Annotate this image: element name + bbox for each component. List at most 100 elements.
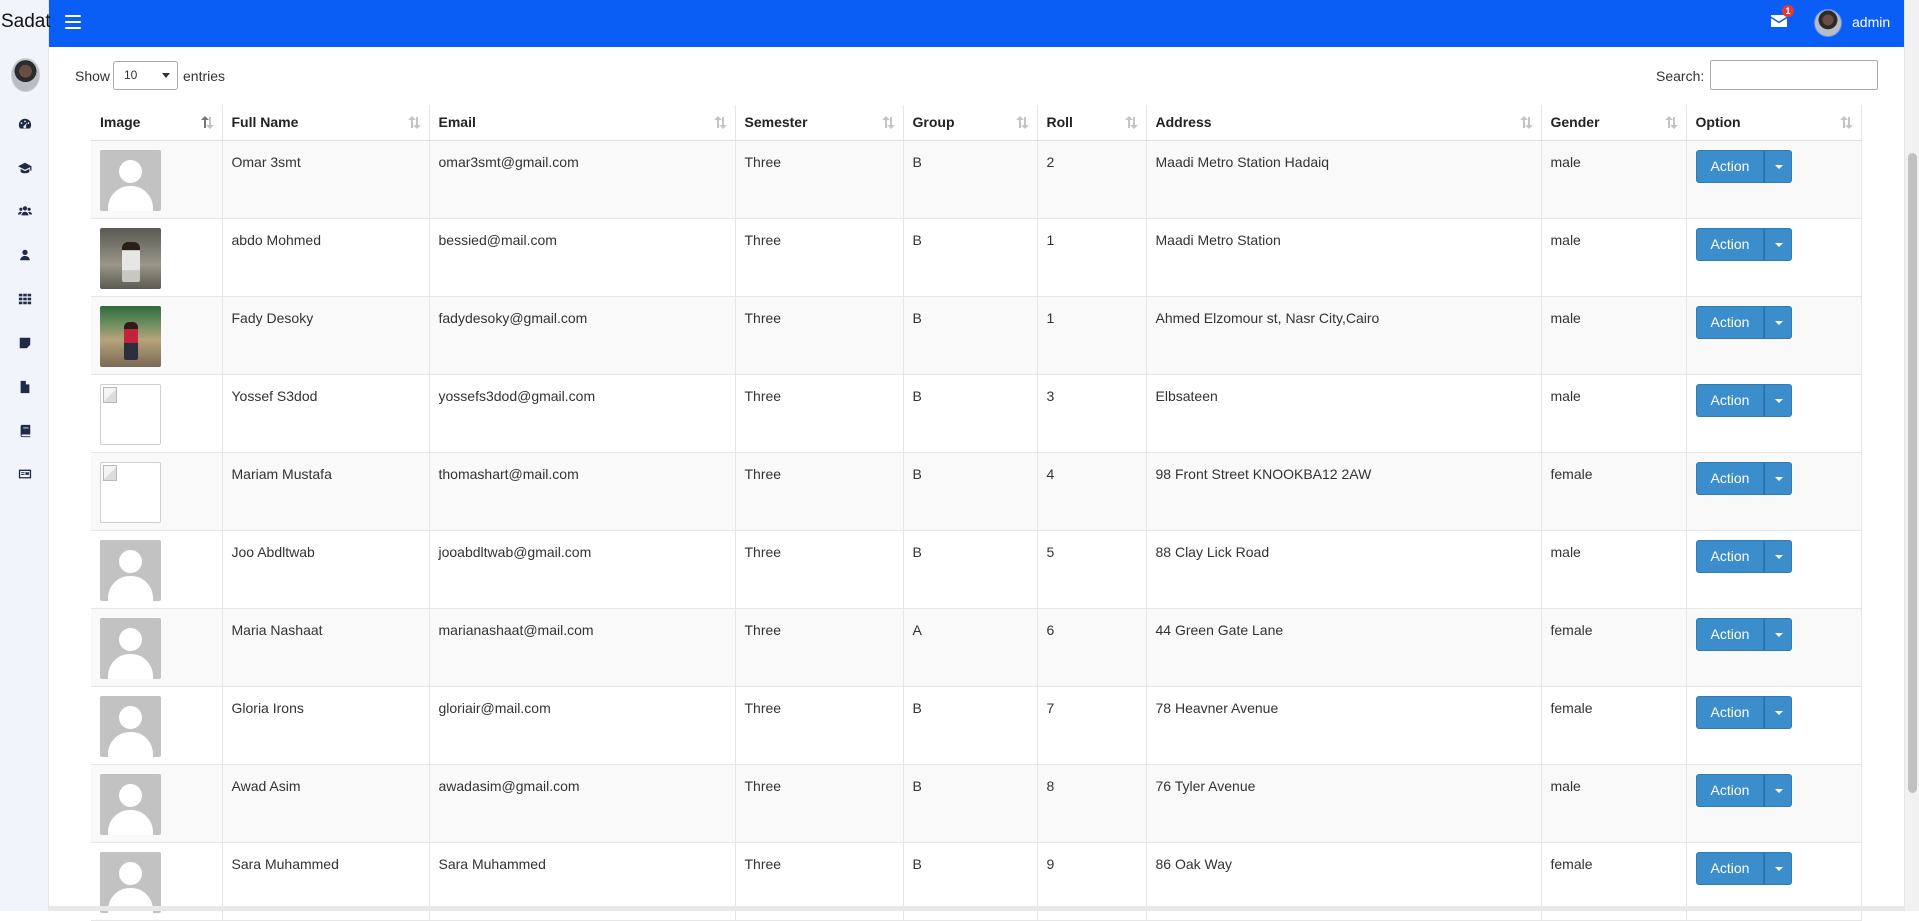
brand-logo[interactable]: Sadat <box>1 11 51 33</box>
column-header-full-name[interactable]: Full Name <box>222 105 430 141</box>
cell-image <box>91 686 223 765</box>
column-header-label: Option <box>1695 114 1741 131</box>
cell-address: 98 Front Street KNOOKBA12 2AW <box>1146 452 1542 531</box>
scroll-thumb[interactable] <box>1908 153 1917 793</box>
sort-icon <box>881 116 895 130</box>
action-button[interactable]: Action <box>1695 461 1765 495</box>
cell-name: Joo Abdltwab <box>222 530 430 609</box>
file-icon[interactable] <box>16 378 34 396</box>
cell-name: Omar 3smt <box>222 140 430 219</box>
action-dropdown-caret-icon[interactable] <box>1764 227 1793 261</box>
cell-image <box>91 374 223 453</box>
sort-icon <box>713 116 727 130</box>
column-header-roll[interactable]: Roll <box>1037 105 1147 141</box>
table-row: Fady Desoky fadydesoky@gmail.com Three B 1 Ah… <box>91 296 1862 375</box>
default-avatar-icon <box>100 773 161 835</box>
notification-badge: 1 <box>1782 5 1794 17</box>
action-button-group: Action <box>1695 461 1793 495</box>
cell-group: B <box>903 296 1038 375</box>
column-header-semester[interactable]: Semester <box>735 105 904 141</box>
note-icon[interactable] <box>16 334 34 352</box>
cell-name: Mariam Mustafa <box>222 452 430 531</box>
action-button[interactable]: Action <box>1695 227 1765 261</box>
sidebar-avatar[interactable] <box>11 58 40 92</box>
cell-semester: Three <box>735 374 904 453</box>
action-button[interactable]: Action <box>1695 773 1765 807</box>
cell-gender: female <box>1541 686 1687 765</box>
action-dropdown-caret-icon[interactable] <box>1764 305 1793 339</box>
cell-group: B <box>903 140 1038 219</box>
action-button[interactable]: Action <box>1695 383 1765 417</box>
id-card-icon[interactable] <box>16 465 34 483</box>
column-header-label: Full Name <box>231 114 299 131</box>
cell-image <box>91 608 223 687</box>
menu-toggle-icon[interactable] <box>65 15 81 29</box>
users-icon[interactable] <box>16 202 34 220</box>
cell-roll: 7 <box>1037 686 1147 765</box>
grid-icon[interactable] <box>16 290 34 308</box>
action-dropdown-caret-icon[interactable] <box>1764 383 1793 417</box>
column-header-label: Gender <box>1550 114 1600 131</box>
action-button[interactable]: Action <box>1695 695 1765 729</box>
action-dropdown-caret-icon[interactable] <box>1764 851 1793 885</box>
column-header-group[interactable]: Group <box>903 105 1038 141</box>
cell-image <box>91 218 223 297</box>
action-button[interactable]: Action <box>1695 149 1765 183</box>
cell-semester: Three <box>735 452 904 531</box>
user-menu[interactable]: admin <box>1852 14 1890 30</box>
column-header-email[interactable]: Email <box>429 105 736 141</box>
column-header-gender[interactable]: Gender <box>1541 105 1687 141</box>
action-button-group: Action <box>1695 773 1793 807</box>
cell-name: Gloria Irons <box>222 686 430 765</box>
action-button-group: Action <box>1695 539 1793 573</box>
column-header-image[interactable]: Image <box>91 105 223 141</box>
cell-address: 44 Green Gate Lane <box>1146 608 1542 687</box>
action-button-group: Action <box>1695 227 1793 261</box>
sidebar: Sadat <box>0 0 51 911</box>
cell-image <box>91 296 223 375</box>
action-dropdown-caret-icon[interactable] <box>1764 773 1793 807</box>
cell-group: B <box>903 218 1038 297</box>
cell-gender: male <box>1541 140 1687 219</box>
cell-gender: female <box>1541 452 1687 531</box>
action-dropdown-caret-icon[interactable] <box>1764 617 1793 651</box>
user-icon[interactable] <box>16 246 34 264</box>
action-dropdown-caret-icon[interactable] <box>1764 539 1793 573</box>
user-avatar[interactable] <box>1814 9 1842 37</box>
action-button[interactable]: Action <box>1695 539 1765 573</box>
cell-email: gloriair@mail.com <box>429 686 736 765</box>
action-button-group: Action <box>1695 695 1793 729</box>
entries-length-select[interactable]: 10 <box>113 61 178 90</box>
cell-address: 78 Heavner Avenue <box>1146 686 1542 765</box>
action-button-group: Action <box>1695 851 1793 885</box>
action-button[interactable]: Action <box>1695 305 1765 339</box>
book-icon[interactable] <box>16 422 34 440</box>
cell-roll: 6 <box>1037 608 1147 687</box>
graduation-cap-icon[interactable] <box>16 159 34 177</box>
cell-semester: Three <box>735 764 904 843</box>
cell-roll: 2 <box>1037 140 1147 219</box>
cell-gender: male <box>1541 296 1687 375</box>
cell-address: Elbsateen <box>1146 374 1542 453</box>
cell-email: awadasim@gmail.com <box>429 764 736 843</box>
action-button[interactable]: Action <box>1695 617 1765 651</box>
column-header-option[interactable]: Option <box>1686 105 1862 141</box>
cell-option: Action <box>1686 686 1862 765</box>
cell-name: Fady Desoky <box>222 296 430 375</box>
dashboard-icon[interactable] <box>16 115 34 133</box>
cell-semester: Three <box>735 296 904 375</box>
horizontal-scrollbar[interactable] <box>0 906 1904 911</box>
action-dropdown-caret-icon[interactable] <box>1764 695 1793 729</box>
cell-group: B <box>903 764 1038 843</box>
cell-group: B <box>903 530 1038 609</box>
students-table: Image Full Name Email Semester Group Roll Addr… <box>91 105 1862 921</box>
sort-icon <box>1664 116 1678 130</box>
cell-email: bessied@mail.com <box>429 218 736 297</box>
action-dropdown-caret-icon[interactable] <box>1764 149 1793 183</box>
action-dropdown-caret-icon[interactable] <box>1764 461 1793 495</box>
search-input[interactable] <box>1710 60 1878 90</box>
action-button[interactable]: Action <box>1695 851 1765 885</box>
sort-icon <box>200 116 214 130</box>
vertical-scrollbar[interactable] <box>1904 0 1919 911</box>
column-header-address[interactable]: Address <box>1146 105 1542 141</box>
